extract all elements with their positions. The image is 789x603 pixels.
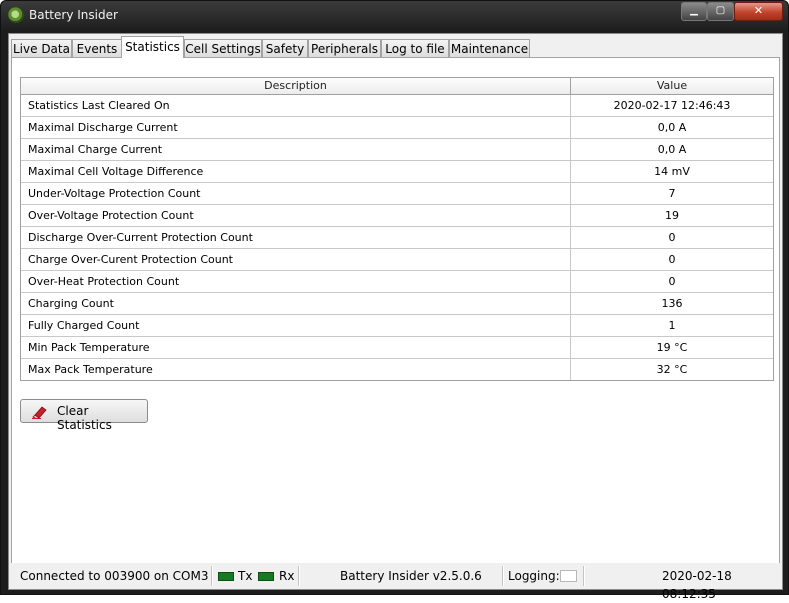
row-description: Max Pack Temperature (21, 359, 571, 380)
table-row[interactable]: Charge Over-Curent Protection Count 0 (21, 249, 773, 271)
tab-safety[interactable]: Safety (262, 39, 308, 57)
status-separator (502, 566, 504, 586)
connection-status: Connected to 003900 on COM3 (20, 569, 209, 583)
row-value: 0 (668, 231, 676, 244)
row-description: Statistics Last Cleared On (21, 95, 571, 116)
status-datetime: 2020-02-18 08:12:35 (662, 569, 732, 601)
row-description: Maximal Charge Current (21, 139, 571, 160)
logging-indicator (560, 570, 577, 582)
table-row[interactable]: Statistics Last Cleared On 2020-02-17 12:… (21, 95, 773, 117)
column-header-description[interactable]: Description (21, 78, 571, 94)
close-button[interactable]: ✕ (734, 2, 783, 21)
row-description: Charge Over-Curent Protection Count (21, 249, 571, 270)
tx-label: Tx (238, 569, 253, 583)
logging-label: Logging: (508, 569, 560, 583)
row-value: 14 mV (654, 165, 690, 178)
table-row[interactable]: Discharge Over-Current Protection Count 0 (21, 227, 773, 249)
row-value: 0 (668, 253, 676, 266)
tx-indicator-led (218, 572, 234, 581)
row-value: 32 °C (656, 363, 688, 376)
tab-statistics[interactable]: Statistics (121, 36, 184, 58)
row-value: 7 (668, 187, 676, 200)
row-description: Maximal Discharge Current (21, 117, 571, 138)
row-value: 0,0 A (657, 143, 687, 156)
row-description: Fully Charged Count (21, 315, 571, 336)
clear-statistics-label: Clear Statistics (57, 404, 112, 432)
table-header: Description Value (21, 78, 773, 95)
tab-log-to-file[interactable]: Log to file (381, 39, 449, 57)
status-bar: Connected to 003900 on COM3 Tx Rx Batter… (9, 563, 782, 601)
statistics-page: Description Value Statistics Last Cleare… (11, 57, 780, 564)
app-icon (8, 7, 24, 23)
tab-maintenance[interactable]: Maintenance (449, 39, 530, 57)
table-row[interactable]: Max Pack Temperature 32 °C (21, 359, 773, 380)
eraser-icon (32, 406, 47, 419)
status-separator (298, 566, 300, 586)
table-row[interactable]: Fully Charged Count 1 (21, 315, 773, 337)
statistics-table: Description Value Statistics Last Cleare… (20, 77, 774, 381)
tab-live-data[interactable]: Live Data (11, 39, 72, 57)
row-value: 1 (668, 319, 676, 332)
table-row[interactable]: Maximal Discharge Current 0,0 A (21, 117, 773, 139)
status-separator (583, 566, 585, 586)
tab-events[interactable]: Events (72, 39, 122, 57)
table-row[interactable]: Maximal Charge Current 0,0 A (21, 139, 773, 161)
table-row[interactable]: Min Pack Temperature 19 °C (21, 337, 773, 359)
title-bar[interactable]: Battery Insider ▁ ▢ ✕ (1, 1, 788, 31)
table-row[interactable]: Maximal Cell Voltage Difference 14 mV (21, 161, 773, 183)
row-description: Under-Voltage Protection Count (21, 183, 571, 204)
row-description: Discharge Over-Current Protection Count (21, 227, 571, 248)
row-description: Over-Heat Protection Count (21, 271, 571, 292)
rx-indicator-led (258, 572, 274, 581)
client-area: Live Data Events Statistics Cell Setting… (8, 33, 783, 601)
row-value: 19 (665, 209, 679, 222)
tab-cell-settings[interactable]: Cell Settings (184, 39, 262, 57)
row-description: Over-Voltage Protection Count (21, 205, 571, 226)
clear-statistics-button[interactable]: Clear Statistics (20, 399, 148, 432)
table-row[interactable]: Over-Voltage Protection Count 19 (21, 205, 773, 227)
table-row[interactable]: Over-Heat Protection Count 0 (21, 271, 773, 293)
row-description: Min Pack Temperature (21, 337, 571, 358)
minimize-button[interactable]: ▁ (681, 2, 707, 21)
table-row[interactable]: Under-Voltage Protection Count 7 (21, 183, 773, 205)
maximize-button[interactable]: ▢ (707, 2, 734, 21)
row-description: Maximal Cell Voltage Difference (21, 161, 571, 182)
table-row[interactable]: Charging Count 136 (21, 293, 773, 315)
row-value: 2020-02-17 12:46:43 (613, 99, 731, 112)
row-value: 0,0 A (657, 121, 687, 134)
row-description: Charging Count (21, 293, 571, 314)
rx-label: Rx (279, 569, 295, 583)
app-window: Battery Insider ▁ ▢ ✕ Live Data Events S… (0, 0, 789, 601)
row-value: 19 °C (656, 341, 688, 354)
row-value: 136 (661, 297, 683, 310)
tab-peripherals[interactable]: Peripherals (308, 39, 381, 57)
version-label: Battery Insider v2.5.0.6 (340, 569, 482, 583)
window-title: Battery Insider (29, 8, 118, 22)
column-header-value[interactable]: Value (571, 78, 773, 94)
status-separator (211, 566, 213, 586)
row-value: 0 (668, 275, 676, 288)
